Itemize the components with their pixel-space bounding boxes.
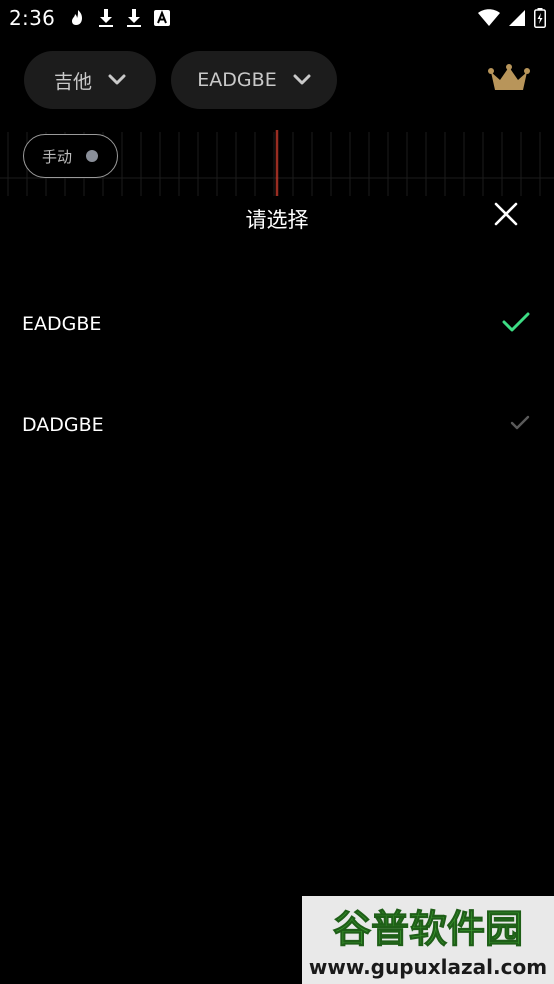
- app-icon: [154, 10, 170, 26]
- tuning-option-eadgbe[interactable]: EADGBE: [0, 292, 554, 356]
- download-icon: [98, 8, 114, 28]
- wifi-icon: [478, 9, 500, 31]
- instrument-selector[interactable]: 吉他: [24, 51, 156, 109]
- tuning-picker-sheet: 请选择 EADGBE DADGBE: [0, 196, 554, 984]
- battery-icon: [534, 8, 546, 32]
- sheet-title: 请选择: [245, 208, 309, 232]
- mode-label: 手动: [42, 147, 73, 166]
- close-icon: [494, 202, 518, 230]
- chevron-down-icon: [293, 74, 311, 86]
- close-button[interactable]: [490, 200, 522, 232]
- status-icons-right: [478, 8, 546, 32]
- option-label: DADGBE: [22, 414, 104, 436]
- status-bar: 2:36: [0, 0, 554, 36]
- status-time: 2:36: [9, 6, 56, 30]
- mode-indicator-dot: [86, 150, 99, 162]
- chevron-down-icon: [108, 74, 126, 86]
- signal-icon: [508, 9, 526, 31]
- crown-icon[interactable]: [488, 64, 530, 98]
- tuning-selector[interactable]: EADGBE: [171, 51, 337, 109]
- option-label: EADGBE: [22, 313, 102, 335]
- check-icon: [510, 415, 530, 435]
- mode-toggle[interactable]: 手动: [23, 134, 118, 178]
- check-icon: [502, 311, 530, 337]
- notification-icon: [70, 9, 86, 27]
- status-icons-left: [70, 8, 170, 28]
- watermark-top-text: 谷普软件园: [333, 907, 523, 951]
- tuning-label: EADGBE: [197, 69, 277, 91]
- watermark-bottom-text: www.gupuxlazal.com: [309, 955, 547, 979]
- tuning-option-dadgbe[interactable]: DADGBE: [0, 393, 554, 457]
- instrument-label: 吉他: [53, 70, 92, 93]
- watermark-logo: 谷普软件园 www.gupuxlazal.com: [302, 896, 554, 984]
- screen: 2:36 吉他 EADGBE 手动 请选择 EADGBE DADGBE 谷普软件…: [0, 0, 554, 984]
- download-icon: [126, 8, 142, 28]
